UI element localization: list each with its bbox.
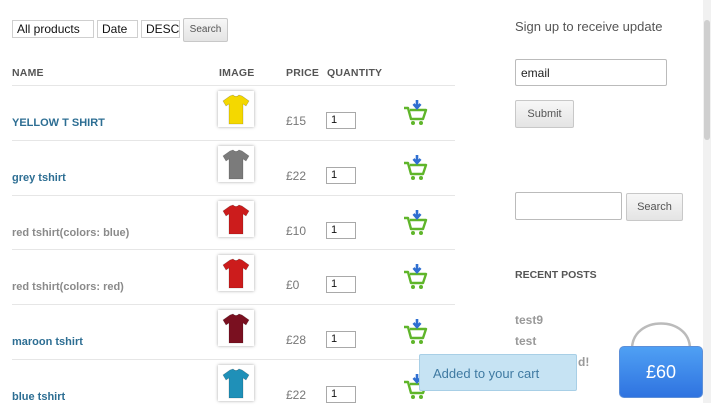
table-row: red tshirt(colors: blue) £10 1 (12, 195, 455, 250)
tshirt-icon (222, 149, 250, 180)
product-price: £22 (286, 388, 307, 402)
sort-by-select[interactable]: Date (97, 20, 138, 38)
table-row: blue tshirt £22 1 (12, 359, 455, 414)
product-image[interactable] (218, 365, 254, 401)
product-price: £22 (286, 169, 307, 183)
email-field[interactable]: email (515, 59, 667, 86)
recent-post-link[interactable]: test (515, 334, 536, 348)
category-select[interactable]: All products (12, 20, 94, 38)
signup-text: Sign up to receive update (515, 19, 663, 34)
table-row: YELLOW T SHIRT £15 1 (12, 85, 455, 140)
quantity-input[interactable]: 1 (326, 331, 356, 348)
add-to-cart-icon[interactable] (402, 100, 428, 126)
product-image[interactable] (218, 91, 254, 127)
product-name[interactable]: YELLOW T SHIRT (12, 117, 105, 129)
add-to-cart-icon[interactable] (402, 264, 428, 290)
product-price: £10 (286, 224, 307, 238)
add-to-cart-icon[interactable] (402, 319, 428, 345)
tshirt-icon (222, 313, 250, 344)
add-to-cart-icon[interactable] (402, 155, 428, 181)
product-name[interactable]: grey tshirt (12, 172, 66, 184)
product-price: £0 (286, 278, 300, 292)
product-name[interactable]: blue tshirt (12, 391, 65, 403)
product-image[interactable] (218, 255, 254, 291)
product-name: red tshirt(colors: blue) (12, 227, 130, 239)
column-header-image: IMAGE (219, 67, 255, 79)
cart-total[interactable]: £60 (619, 346, 703, 398)
recent-post-link[interactable]: d! (578, 355, 589, 369)
recent-posts-heading: RECENT POSTS (515, 269, 597, 281)
product-name: red tshirt(colors: red) (12, 281, 124, 293)
sidebar-search-button[interactable]: Search (626, 193, 683, 221)
tshirt-icon (222, 368, 250, 399)
tshirt-icon (222, 94, 250, 125)
filter-search-button[interactable]: Search (183, 18, 228, 42)
table-row: maroon tshirt £28 1 (12, 304, 455, 359)
tshirt-icon (222, 204, 250, 235)
product-price: £15 (286, 114, 307, 128)
table-row: red tshirt(colors: red) £0 1 (12, 249, 455, 304)
quantity-input[interactable]: 1 (326, 222, 356, 239)
tshirt-icon (222, 258, 250, 289)
quantity-input[interactable]: 1 (326, 167, 356, 184)
scrollbar-thumb[interactable] (704, 20, 710, 140)
table-row: grey tshirt £22 1 (12, 140, 455, 195)
order-select[interactable]: DESC (141, 20, 180, 38)
product-image[interactable] (218, 201, 254, 237)
sidebar-search-input[interactable] (515, 192, 622, 220)
quantity-input[interactable]: 1 (326, 386, 356, 403)
added-to-cart-toast: Added to your cart (419, 354, 577, 391)
submit-button[interactable]: Submit (515, 100, 574, 128)
quantity-input[interactable]: 1 (326, 112, 356, 129)
product-image[interactable] (218, 146, 254, 182)
column-header-quantity: QUANTITY (327, 67, 383, 79)
quantity-input[interactable]: 1 (326, 276, 356, 293)
column-header-name: NAME (12, 67, 44, 79)
product-image[interactable] (218, 310, 254, 346)
product-name[interactable]: maroon tshirt (12, 336, 83, 348)
recent-post-link[interactable]: test9 (515, 313, 543, 327)
column-header-price: PRICE (286, 67, 320, 79)
add-to-cart-icon[interactable] (402, 210, 428, 236)
product-price: £28 (286, 333, 307, 347)
